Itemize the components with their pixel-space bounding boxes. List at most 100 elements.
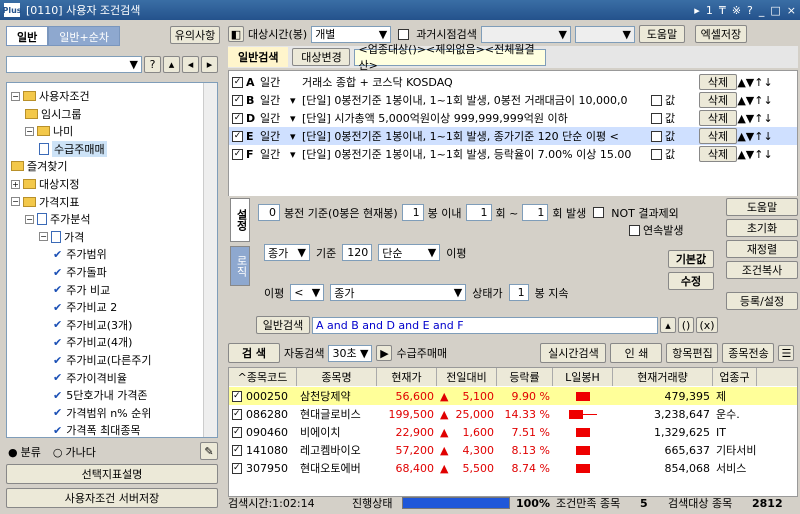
column-header[interactable]: 등락률 <box>497 368 553 386</box>
row-checkbox[interactable]: ✓ <box>229 441 243 459</box>
tree-item[interactable]: 임시그룹 <box>25 105 81 123</box>
tree-item[interactable]: ✔ 주가비교(3개) <box>53 316 132 334</box>
tree-item[interactable]: ✔ 가격범위 n% 순위 <box>53 404 151 422</box>
table-row[interactable]: ✓ 141080 레고켐바이오 57,200 ▲ 4,300 8.13 % 665,637 기타… <box>229 441 797 459</box>
expand-icon[interactable]: − <box>11 91 20 101</box>
prev-icon[interactable]: ◂ <box>182 56 199 73</box>
expand-icon[interactable]: + <box>11 179 20 189</box>
tab-general-sequential[interactable]: 일반+순차 <box>48 26 120 46</box>
tree-item[interactable]: − 가격 <box>39 228 84 246</box>
formula-type-button[interactable]: 일반검색 <box>256 316 310 334</box>
delete-button[interactable]: 삭제 <box>699 74 737 90</box>
row-checkbox[interactable]: ✓ <box>229 423 243 441</box>
table-row[interactable]: ✓ 086280 현대글로비스 199,500 ▲ 25,000 14.33 % 3,238,… <box>229 405 797 423</box>
interval-select[interactable]: 30초 ▼ <box>328 344 373 362</box>
menu-icon[interactable]: ☰ <box>778 345 795 361</box>
condition-checkbox[interactable]: ✓ <box>232 148 243 160</box>
table-row[interactable]: ✓ 090460 비에이치 22,900 ▲ 1,600 7.51 % 1,329,625 IT <box>229 423 797 441</box>
reset-button[interactable]: 초기화 <box>726 219 798 237</box>
past-date-select[interactable]: ▼ <box>480 25 571 43</box>
condition-row[interactable]: ✓ F 일간 ▾ [단일] 0봉전기준 1봉이내, 1~1회 발생, 등락율이 7.00… <box>229 145 797 163</box>
realtime-search-button[interactable]: 실시간검색 <box>540 343 607 363</box>
panel-toggle-icon[interactable]: ◧ <box>228 26 244 42</box>
setting-help-button[interactable]: 도움말 <box>726 198 798 216</box>
reorder-arrows-icon[interactable]: ▲▼↑↓ <box>737 130 773 143</box>
arrow-icon[interactable]: ▸ <box>694 4 700 17</box>
value-checkbox[interactable] <box>651 112 662 124</box>
delete-button[interactable]: 삭제 <box>699 92 737 108</box>
expand-icon[interactable]: − <box>39 232 48 242</box>
tree-scrollbar[interactable] <box>203 83 217 437</box>
delete-button[interactable]: 삭제 <box>699 110 737 126</box>
indicator-tree[interactable]: − 사용자조건 임시그룹 − 나미 수급주매매 즐겨찾기 + 대상지정 − 가격지표 − 주가분석 − 가격… <box>6 82 218 438</box>
within-bars-input[interactable]: 1 <box>401 204 424 221</box>
tree-item[interactable]: ✔ 주가범위 <box>53 245 107 263</box>
copy-condition-button[interactable]: 조건복사 <box>726 261 798 279</box>
target-change-button[interactable]: 대상변경 <box>292 48 351 66</box>
period-dropdown-icon[interactable]: ▾ <box>290 130 302 143</box>
excel-save-button[interactable]: 엑셀저장 <box>694 25 747 43</box>
condition-checkbox[interactable]: ✓ <box>232 130 243 142</box>
question-icon[interactable]: ? <box>144 56 161 73</box>
tree-item[interactable]: + 대상지정 <box>11 175 79 193</box>
help-icon[interactable]: ? <box>747 4 753 17</box>
tab-general[interactable]: 일반 <box>6 26 49 46</box>
condition-row[interactable]: ✓ E 일간 ▾ [단일] 0봉전기준 1봉이내, 1~1회 발생, 종가기준 120 … <box>229 127 797 145</box>
table-row[interactable]: ✓ 000250 삼천당제약 56,600 ▲ 5,100 9.90 % 479,395 제 <box>229 387 797 405</box>
number-icon[interactable]: 1 <box>706 4 713 17</box>
tree-item[interactable]: 즐겨찾기 <box>11 157 67 175</box>
tree-item[interactable]: ✔ 주가이격비율 <box>53 369 127 387</box>
tab-setting[interactable]: 설정 <box>230 198 250 242</box>
condition-row[interactable]: ✓ A 일간 거래소 종합 + 코스닥 KOSDAQ 삭제 ▲▼↑↓ <box>229 73 797 91</box>
row-checkbox[interactable]: ✓ <box>229 405 243 423</box>
radio-alpha[interactable]: ○ 가나다 <box>53 444 96 460</box>
settings-icon[interactable]: ※ <box>732 4 741 17</box>
column-header[interactable]: 종목명 <box>297 368 377 386</box>
server-save-button[interactable]: 사용자조건 서버저장 <box>6 488 218 508</box>
edit-button[interactable]: 수정 <box>668 272 714 290</box>
radio-sort[interactable]: ● 분류 <box>8 444 41 460</box>
column-edit-button[interactable]: 항목편집 <box>666 343 719 363</box>
tree-item[interactable]: − 나미 <box>25 122 73 140</box>
formula-x-icon[interactable]: (x) <box>696 317 718 333</box>
period-dropdown-icon[interactable]: ▾ <box>290 94 302 107</box>
indicator-desc-button[interactable]: 선택지표설명 <box>6 464 218 484</box>
expand-icon[interactable]: − <box>25 126 34 136</box>
price-type-select[interactable]: 종가 ▼ <box>264 244 310 261</box>
tree-item[interactable]: ✔ 주가비교(다른주기 <box>53 351 151 369</box>
minimize-button[interactable]: _ <box>759 4 765 17</box>
up-icon[interactable]: ▴ <box>163 56 180 73</box>
reorder-arrows-icon[interactable]: ▲▼↑↓ <box>737 148 773 161</box>
tree-item[interactable]: − 가격지표 <box>11 193 79 211</box>
print-button[interactable]: 인 쇄 <box>610 343 663 363</box>
expand-icon[interactable]: − <box>11 197 20 207</box>
formula-up-icon[interactable]: ▴ <box>660 317 676 333</box>
condition-checkbox[interactable]: ✓ <box>232 112 243 124</box>
column-header[interactable]: 현재가 <box>377 368 437 386</box>
operator-select[interactable]: < ▼ <box>290 284 325 301</box>
bars-ago-input[interactable]: 0 <box>258 204 280 221</box>
past-search-checkbox[interactable] <box>398 28 410 40</box>
reorder-arrows-icon[interactable]: ▲▼↑↓ <box>737 76 773 89</box>
ma-period-input[interactable]: 120 <box>342 244 373 261</box>
compare-target-select[interactable]: 종가 ▼ <box>330 284 467 301</box>
reorder-arrows-icon[interactable]: ▲▼↑↓ <box>737 94 773 107</box>
transfer-button[interactable]: 종목전송 <box>722 343 775 363</box>
tree-item[interactable]: ✔ 5단호가내 가격존 <box>53 386 148 404</box>
max-count-input[interactable]: 1 <box>522 204 549 221</box>
delete-button[interactable]: 삭제 <box>699 146 737 162</box>
expand-icon[interactable]: − <box>25 214 34 224</box>
period-dropdown-icon[interactable]: ▾ <box>290 148 302 161</box>
formula-paren-icon[interactable]: () <box>678 317 694 333</box>
register-setting-button[interactable]: 등록/설정 <box>726 292 798 310</box>
persist-input[interactable]: 1 <box>508 284 529 301</box>
tree-filter-select[interactable]: ▼ <box>6 56 142 73</box>
delete-button[interactable]: 삭제 <box>699 128 737 144</box>
tree-item[interactable]: ✔ 주가 비교 <box>53 281 110 299</box>
value-checkbox[interactable] <box>651 94 662 106</box>
min-count-input[interactable]: 1 <box>465 204 492 221</box>
table-row[interactable]: ✓ 307950 현대오토에버 68,400 ▲ 5,500 8.74 % 854,068 서비… <box>229 459 797 477</box>
help-button[interactable]: 도움말 <box>638 25 685 43</box>
play-icon[interactable]: ▶ <box>376 345 393 361</box>
column-header[interactable]: ^종목코드 <box>229 368 297 386</box>
